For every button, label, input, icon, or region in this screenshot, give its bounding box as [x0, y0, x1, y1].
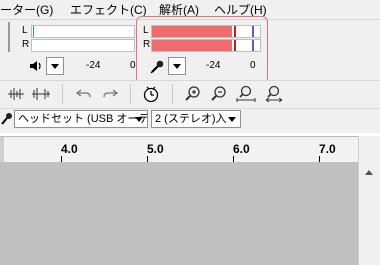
microphone-icon — [0, 110, 14, 128]
recording-channel-r: R — [143, 39, 151, 50]
recording-scale-label: -24 — [206, 60, 221, 71]
playback-scale-label: -24 — [86, 60, 101, 71]
input-device-select[interactable]: ヘッドセット (USB オーテ — [14, 110, 148, 128]
chevron-down-icon — [135, 117, 143, 122]
recording-level-l — [152, 26, 232, 37]
menu-help[interactable]: ヘルプ(H) — [214, 3, 267, 17]
microphone-icon[interactable] — [148, 57, 166, 77]
fit-selection-icon[interactable] — [234, 83, 258, 105]
recording-channel-l: L — [143, 25, 149, 36]
timeline-label: 6.0 — [233, 142, 250, 156]
playback-indicator-l — [33, 26, 34, 37]
menu-effect[interactable]: エフェクト(C) — [70, 3, 147, 17]
menu-analyze[interactable]: 解析(A) — [159, 3, 199, 17]
toolbar-separator — [172, 84, 173, 104]
recording-scale-label: 0 — [250, 60, 256, 71]
chevron-down-icon — [173, 63, 181, 69]
redo-icon[interactable] — [100, 84, 120, 104]
ruler-left-edge — [0, 137, 4, 163]
speaker-icon[interactable] — [28, 57, 44, 75]
track-area[interactable] — [0, 162, 358, 265]
recording-level-r — [152, 40, 232, 51]
input-device-value: ヘッドセット (USB オーテ — [18, 113, 148, 125]
trim-audio-icon[interactable] — [6, 84, 26, 104]
recording-meter-r[interactable] — [151, 39, 261, 52]
playback-meter-r[interactable] — [31, 39, 135, 52]
zoom-in-icon[interactable] — [182, 83, 204, 105]
playback-meter-l[interactable] — [31, 25, 135, 38]
playback-channel-l: L — [22, 25, 28, 36]
recording-peak-r — [234, 40, 236, 51]
sync-lock-icon[interactable] — [140, 83, 162, 105]
toolbar-separator — [130, 84, 131, 104]
input-channels-value: 2 (ステレオ)入 — [155, 113, 227, 125]
silence-audio-icon[interactable] — [30, 84, 52, 104]
toolbar-grip[interactable] — [8, 22, 10, 52]
toolbar-separator — [62, 84, 63, 104]
chevron-down-icon — [51, 63, 59, 69]
menu-meter[interactable]: ーター(G) — [0, 3, 53, 17]
recording-max-r — [252, 40, 254, 51]
playback-channel-r: R — [22, 39, 30, 50]
recording-meter-l[interactable] — [151, 25, 261, 38]
scroll-up-arrow-icon[interactable] — [365, 170, 373, 175]
fit-project-icon[interactable] — [262, 83, 286, 105]
recording-meter-menu-button[interactable] — [168, 57, 186, 75]
vertical-scrollbar[interactable] — [358, 136, 380, 265]
zoom-out-icon[interactable] — [208, 83, 230, 105]
timeline-label: 5.0 — [147, 142, 164, 156]
playback-meter-menu-button[interactable] — [46, 57, 64, 75]
timeline-label: 4.0 — [61, 142, 78, 156]
chevron-down-icon — [228, 117, 236, 122]
undo-icon[interactable] — [74, 84, 94, 104]
input-channels-select[interactable]: 2 (ステレオ)入 — [151, 110, 241, 128]
recording-peak-l — [234, 26, 236, 37]
playback-scale-label: 0 — [130, 60, 136, 71]
timeline-label: 7.0 — [319, 142, 336, 156]
recording-max-l — [252, 26, 254, 37]
